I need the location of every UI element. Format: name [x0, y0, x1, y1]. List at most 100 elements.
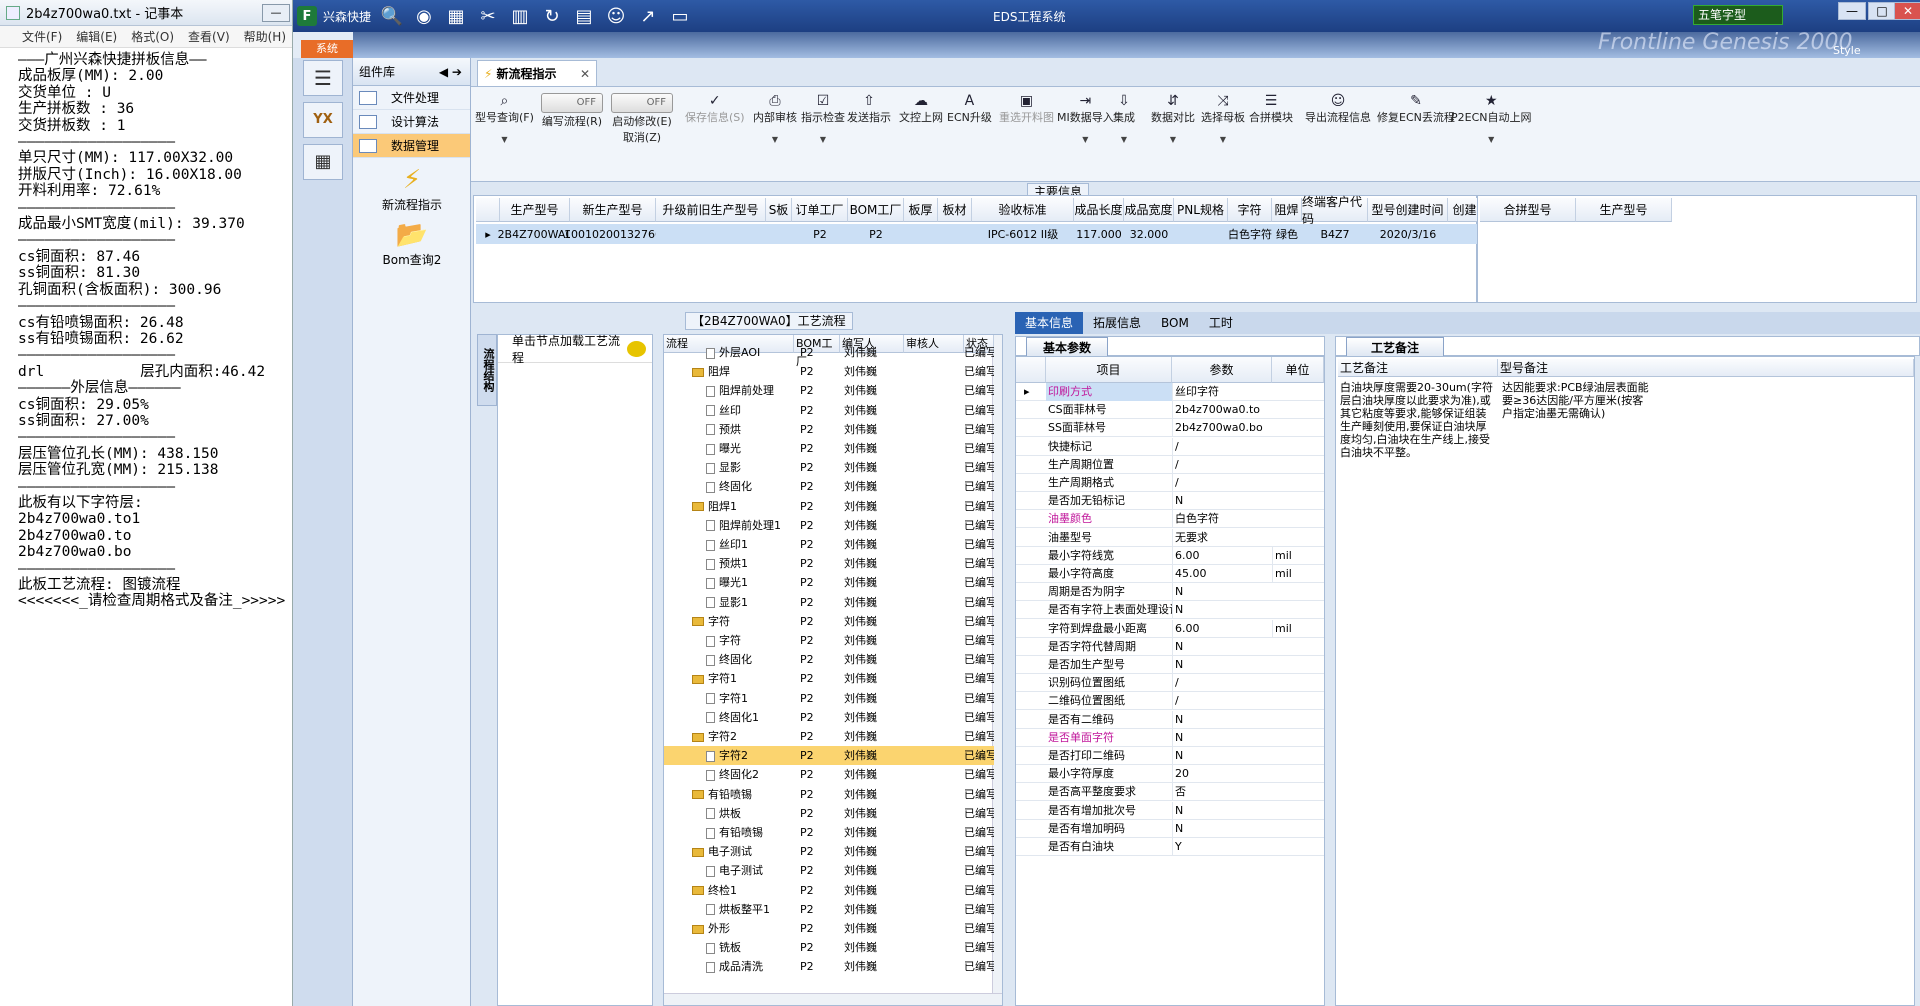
tab-basic[interactable]: 基本信息	[1015, 312, 1084, 334]
column-header[interactable]: 成品长度	[1074, 198, 1124, 222]
tree-row[interactable]: 显影 P2 刘伟巍 已编写	[664, 458, 994, 477]
param-value[interactable]: N	[1172, 583, 1272, 602]
close-app-button[interactable]: ✕	[1894, 2, 1920, 20]
column-header[interactable]: 阻焊	[1272, 198, 1302, 222]
param-value[interactable]: N	[1172, 801, 1272, 820]
column-header[interactable]: 合拼型号	[1480, 198, 1576, 222]
tree-node[interactable]: 外层AOI	[706, 343, 794, 362]
toolbar-button[interactable]: ☁ 文控上网	[899, 93, 943, 125]
tree-row[interactable]: 阻焊 P2 刘伟巍 已编写	[664, 362, 994, 381]
param-row[interactable]: 油墨颜色 白色字符	[1016, 510, 1324, 529]
tree-node[interactable]: 烘板整平1	[706, 900, 794, 919]
tree-row[interactable]: 终固化 P2 刘伟巍 已编写	[664, 650, 994, 669]
tree-row[interactable]: 丝印 P2 刘伟巍 已编写	[664, 401, 994, 420]
column-header[interactable]: 生产型号	[500, 198, 570, 222]
tree-node[interactable]: 有铅喷锡	[706, 823, 794, 842]
search-icon[interactable]: 🔍	[379, 4, 405, 28]
tree-node[interactable]: 终固化	[706, 477, 794, 496]
tree-node[interactable]: 字符2	[706, 746, 794, 765]
param-column-header[interactable]: 单位	[1272, 357, 1324, 383]
column-header[interactable]: BOM工厂	[848, 198, 904, 222]
param-value[interactable]: 6.00	[1172, 619, 1272, 638]
tab-extended[interactable]: 拓展信息	[1083, 312, 1151, 334]
toolbar-button[interactable]: ⤨ 选择母板 ▼	[1201, 93, 1245, 144]
column-header[interactable]: 板厚	[904, 198, 938, 222]
tree-row[interactable]: 终固化1 P2 刘伟巍 已编写	[664, 708, 994, 727]
yx-icon[interactable]: YX	[303, 102, 343, 138]
tree-node[interactable]: 丝印1	[706, 535, 794, 554]
column-header[interactable]: PNL规格	[1174, 198, 1228, 222]
param-row[interactable]: 是否有增加明码 N	[1016, 819, 1324, 838]
tree-node[interactable]: 预烘	[706, 420, 794, 439]
table-cell[interactable]: P2	[792, 224, 848, 244]
column-header[interactable]: 新生产型号	[570, 198, 656, 222]
table-cell[interactable]: 117.000	[1074, 224, 1124, 244]
menu-icon[interactable]: ☰	[303, 60, 343, 96]
table-cell[interactable]	[656, 224, 766, 244]
tree-row[interactable]: 字符 P2 刘伟巍 已编写	[664, 631, 994, 650]
tool-new-flow[interactable]: ⚡ 新流程指示	[353, 164, 471, 213]
column-header[interactable]: 成品宽度	[1124, 198, 1174, 222]
toolbar-button[interactable]: ⇩ 集成 ▼	[1113, 93, 1135, 144]
param-row[interactable]: 字符到焊盘最小距离 6.00 mil	[1016, 619, 1324, 638]
toolbar-button[interactable]: ☺ 导出流程信息	[1305, 93, 1371, 125]
param-row[interactable]: 生产周期位置 /	[1016, 455, 1324, 474]
param-value[interactable]: N	[1172, 656, 1272, 674]
param-value[interactable]: N	[1172, 710, 1272, 729]
param-row[interactable]: 是否字符代替周期 N	[1016, 637, 1324, 656]
param-row[interactable]: SS面菲林号 2b4z700wa0.bo	[1016, 419, 1324, 438]
table-cell[interactable]: 2020/3/16	[1368, 224, 1448, 244]
tree-node[interactable]: 阻焊1	[692, 497, 794, 516]
param-value[interactable]: 20	[1172, 765, 1272, 784]
table-cell[interactable]	[938, 224, 972, 244]
column-header[interactable]: 生产型号	[1576, 198, 1672, 222]
column-header[interactable]: 字符	[1228, 198, 1272, 222]
monitor-icon[interactable]: ▭	[667, 4, 693, 28]
load-hint[interactable]: 单击节点加载工艺流程	[498, 334, 652, 365]
tree-node[interactable]: 显影1	[706, 593, 794, 612]
tree-node[interactable]: 字符1	[706, 689, 794, 708]
lib-item-data[interactable]: 数据管理	[353, 134, 470, 158]
tree-node[interactable]: 终固化2	[706, 765, 794, 784]
param-row[interactable]: 最小字符厚度 20	[1016, 765, 1324, 784]
tree-node[interactable]: 阻焊	[692, 362, 794, 381]
param-row[interactable]: CS面菲林号 2b4z700wa0.to	[1016, 401, 1324, 420]
param-column-header[interactable]: 参数	[1172, 357, 1272, 383]
table-cell[interactable]: 2B4Z700WA0	[498, 224, 572, 244]
tree-node[interactable]: 终固化1	[706, 708, 794, 727]
tree-row[interactable]: 曝光1 P2 刘伟巍 已编写	[664, 573, 994, 592]
table-cell[interactable]: 绿色	[1272, 224, 1302, 244]
tree-node[interactable]: 显影	[706, 458, 794, 477]
lib-item-file[interactable]: 文件处理	[353, 86, 470, 110]
toolbar-button[interactable]: ⇥ MI数据导入 ▼	[1057, 93, 1114, 144]
param-value[interactable]: N	[1172, 637, 1272, 656]
tab-new-flow[interactable]: ⚡ 新流程指示 ✕	[477, 60, 597, 86]
tab-bom[interactable]: BOM	[1151, 312, 1199, 334]
param-row[interactable]: 是否加无铅标记 N	[1016, 492, 1324, 511]
tree-row[interactable]: 终固化 P2 刘伟巍 已编写	[664, 477, 994, 496]
param-row[interactable]: 是否有增加批次号 N	[1016, 801, 1324, 820]
param-value[interactable]: 丝印字符	[1172, 383, 1272, 401]
param-value[interactable]: 白色字符	[1172, 510, 1272, 529]
table-cell[interactable]: IPC-6012 II级	[972, 224, 1074, 244]
tree-node[interactable]: 终固化	[706, 650, 794, 669]
film-icon[interactable]: ▥	[507, 4, 533, 28]
param-row[interactable]: 生产周期格式 /	[1016, 474, 1324, 492]
table-cell[interactable]	[766, 224, 792, 244]
column-header[interactable]: S板	[766, 198, 792, 222]
param-row[interactable]: 二维码位置图纸 /	[1016, 692, 1324, 711]
tree-row[interactable]: 显影1 P2 刘伟巍 已编写	[664, 593, 994, 612]
tree-node[interactable]: 字符	[692, 612, 794, 631]
toolbar-button[interactable]: ☰ 合拼模块	[1249, 93, 1293, 125]
param-value[interactable]: N	[1172, 601, 1272, 620]
tab-basic-params[interactable]: 基本参数	[1026, 337, 1109, 357]
param-value[interactable]: /	[1172, 674, 1272, 693]
column-header[interactable]: 升级前旧生产型号	[656, 198, 766, 222]
param-value[interactable]: N	[1172, 747, 1272, 765]
param-row[interactable]: 是否加生产型号 N	[1016, 656, 1324, 674]
edit-flow-toggle[interactable]: OFF 编写流程(R)	[541, 93, 603, 129]
toolbar-button[interactable]: ☑ 指示检查 ▼	[801, 93, 845, 144]
table-cell[interactable]: 10010200132766	[564, 224, 662, 244]
param-row[interactable]: 是否打印二维码 N	[1016, 747, 1324, 765]
toolbar-button[interactable]: ⎙ 内部审核 ▼	[753, 93, 797, 144]
